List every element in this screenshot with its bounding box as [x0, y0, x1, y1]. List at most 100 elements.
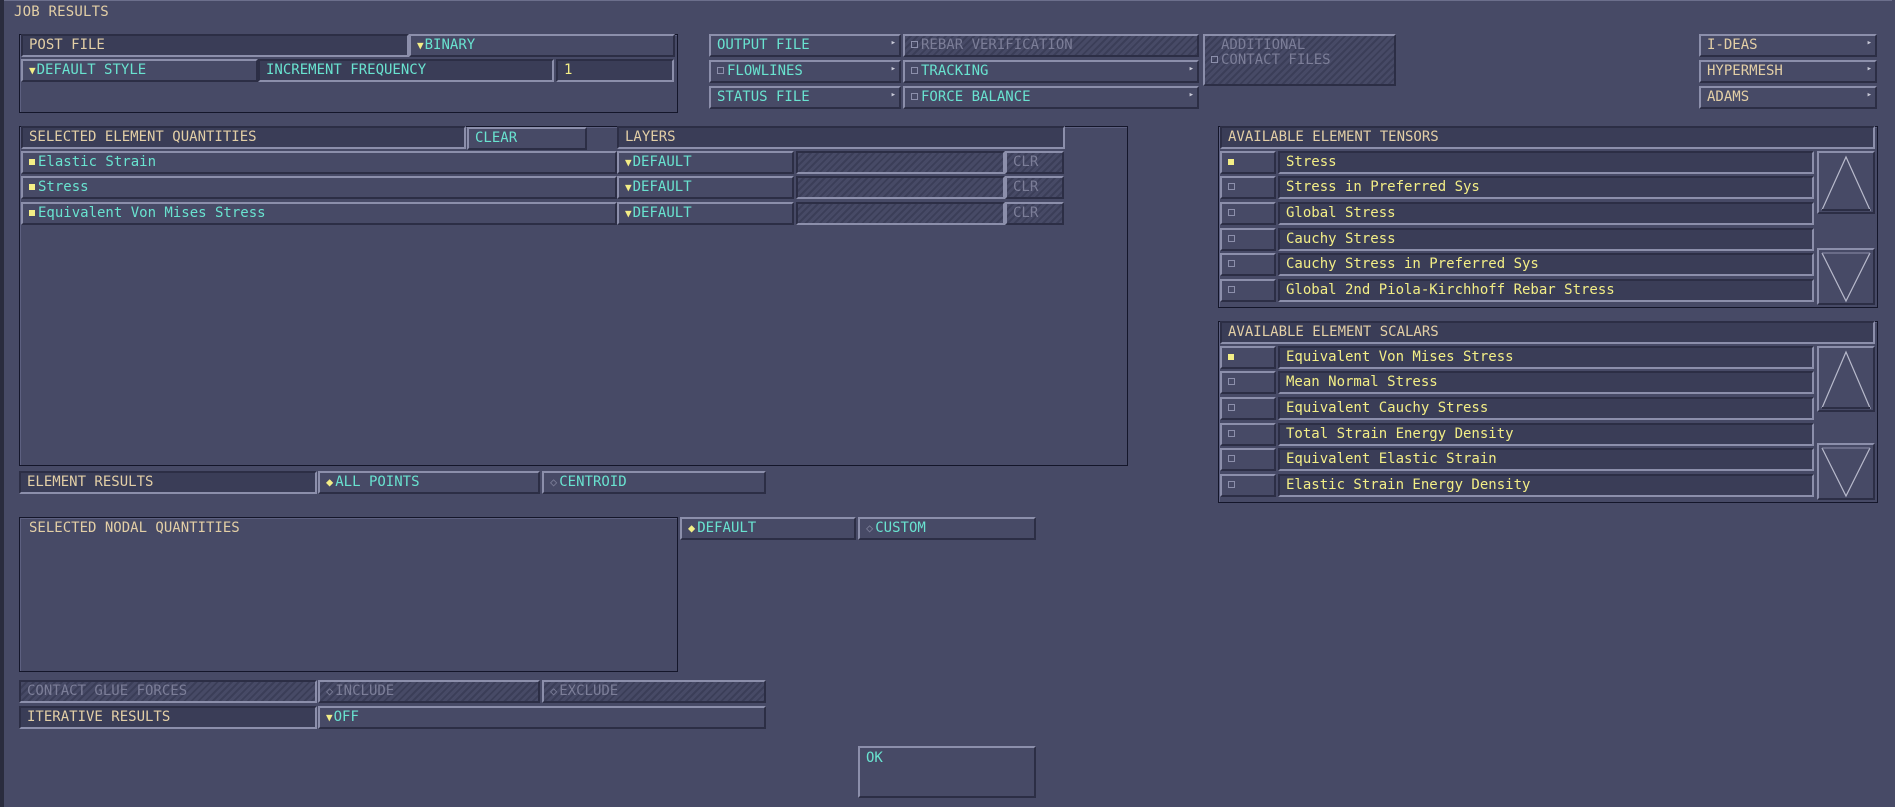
- additional-contact-files-toggle[interactable]: ADDITIONAL CONTACT FILES: [1203, 34, 1396, 86]
- corner-arrow-icon: ▸: [890, 90, 896, 100]
- scalar-checkbox[interactable]: [1220, 397, 1276, 420]
- selected-marker-icon: [29, 184, 35, 190]
- ideas-button[interactable]: I-DEAS ▸: [1699, 34, 1877, 57]
- checkbox-icon: [911, 41, 918, 48]
- corner-arrow-icon: ▸: [1866, 64, 1872, 74]
- checkbox-icon: [911, 93, 918, 100]
- increment-frequency-input[interactable]: 1: [556, 59, 674, 82]
- iterative-results-label: ITERATIVE RESULTS: [19, 706, 317, 729]
- scalar-item[interactable]: Total Strain Energy Density: [1278, 423, 1814, 446]
- tracking-toggle[interactable]: TRACKING ▸: [903, 60, 1199, 83]
- rebar-verification-toggle[interactable]: REBAR VERIFICATION: [903, 34, 1199, 57]
- tensor-item[interactable]: Global 2nd Piola-Kirchhoff Rebar Stress: [1278, 279, 1814, 302]
- checkbox-icon: [717, 67, 724, 74]
- increment-frequency-label: INCREMENT FREQUENCY: [258, 59, 554, 82]
- selected-element-row[interactable]: Stress: [21, 176, 617, 199]
- selected-element-row[interactable]: Elastic Strain: [21, 151, 617, 174]
- post-style-dropdown[interactable]: ▼DEFAULT STYLE: [21, 59, 258, 82]
- output-file-button[interactable]: OUTPUT FILE ▸: [709, 34, 901, 57]
- layer-dropdown[interactable]: ▼DEFAULT: [617, 176, 794, 199]
- scalar-item[interactable]: Elastic Strain Energy Density: [1278, 474, 1814, 497]
- checked-icon: [1228, 159, 1234, 165]
- exclude-radio[interactable]: ◇ EXCLUDE: [542, 680, 766, 703]
- layer-clear-button[interactable]: CLR: [1005, 151, 1064, 174]
- scroll-up-icon: [1821, 155, 1871, 211]
- dropdown-triangle-icon: ▼: [417, 39, 424, 52]
- layer-value-field: [796, 151, 1005, 174]
- tensor-checkbox[interactable]: [1220, 253, 1276, 276]
- tensor-item[interactable]: Cauchy Stress: [1278, 228, 1814, 251]
- selected-element-quantities-header: SELECTED ELEMENT QUANTITIES: [21, 126, 466, 149]
- tensor-checkbox[interactable]: [1220, 228, 1276, 251]
- radio-off-icon: ◇: [550, 475, 558, 489]
- post-file-label: POST FILE: [21, 34, 409, 57]
- scalar-checkbox[interactable]: [1220, 371, 1276, 394]
- status-file-button[interactable]: STATUS FILE ▸: [709, 86, 901, 109]
- scalar-item[interactable]: Equivalent Cauchy Stress: [1278, 397, 1814, 420]
- scalar-item[interactable]: Equivalent Elastic Strain: [1278, 448, 1814, 471]
- dropdown-triangle-icon: ▼: [326, 711, 333, 724]
- available-element-tensors-header: AVAILABLE ELEMENT TENSORS: [1220, 126, 1875, 149]
- flowlines-button[interactable]: FLOWLINES ▸: [709, 60, 901, 83]
- hypermesh-button[interactable]: HYPERMESH ▸: [1699, 60, 1877, 83]
- tensor-scroll-down[interactable]: [1817, 248, 1875, 305]
- scalar-scroll-down[interactable]: [1817, 443, 1875, 500]
- layer-clear-button[interactable]: CLR: [1005, 176, 1064, 199]
- adams-button[interactable]: ADAMS ▸: [1699, 86, 1877, 109]
- scalar-scroll-up[interactable]: [1817, 346, 1875, 412]
- radio-on-icon: ◆: [688, 521, 696, 535]
- scalar-checkbox[interactable]: [1220, 423, 1276, 446]
- tensor-item[interactable]: Stress: [1278, 151, 1814, 174]
- checkbox-icon: [1228, 260, 1235, 267]
- corner-arrow-icon: ▸: [1188, 64, 1194, 74]
- selected-nodal-quantities-panel: [19, 517, 678, 672]
- tensor-checkbox[interactable]: [1220, 176, 1276, 199]
- nodal-custom-radio[interactable]: ◇ CUSTOM: [858, 517, 1036, 540]
- corner-arrow-icon: ▸: [890, 64, 896, 74]
- tensor-item[interactable]: Cauchy Stress in Preferred Sys: [1278, 253, 1814, 276]
- tensor-checkbox[interactable]: [1220, 279, 1276, 302]
- post-file-format-dropdown[interactable]: ▼BINARY: [409, 34, 675, 57]
- dropdown-triangle-icon: ▼: [625, 181, 632, 194]
- layer-dropdown[interactable]: ▼DEFAULT: [617, 202, 794, 225]
- scroll-down-icon: [1821, 252, 1871, 303]
- layer-value-field: [796, 202, 1005, 225]
- checkbox-icon: [1228, 404, 1235, 411]
- layers-header: LAYERS: [617, 126, 1065, 149]
- scalar-item[interactable]: Equivalent Von Mises Stress: [1278, 346, 1814, 369]
- checkbox-icon: [911, 67, 918, 74]
- selected-element-row[interactable]: Equivalent Von Mises Stress: [21, 202, 617, 225]
- scalar-checkbox[interactable]: [1220, 448, 1276, 471]
- checkbox-icon: [1228, 235, 1235, 242]
- tensor-checkbox[interactable]: [1220, 202, 1276, 225]
- checkbox-icon: [1228, 481, 1235, 488]
- scroll-down-icon: [1821, 447, 1871, 498]
- scalar-checkbox[interactable]: [1220, 346, 1276, 369]
- force-balance-toggle[interactable]: FORCE BALANCE ▸: [903, 86, 1199, 109]
- radio-off-icon: ◇: [550, 684, 558, 698]
- corner-arrow-icon: ▸: [1866, 90, 1872, 100]
- corner-arrow-icon: ▸: [890, 38, 896, 48]
- centroid-radio[interactable]: ◇ CENTROID: [542, 471, 766, 494]
- layer-clear-button[interactable]: CLR: [1005, 202, 1064, 225]
- checkbox-icon: [1228, 378, 1235, 385]
- nodal-default-radio[interactable]: ◆ DEFAULT: [680, 517, 856, 540]
- tensor-scroll-up[interactable]: [1817, 151, 1875, 214]
- ok-button[interactable]: OK: [858, 746, 1036, 798]
- contact-glue-forces-label: CONTACT GLUE FORCES: [19, 680, 317, 703]
- tensor-item[interactable]: Stress in Preferred Sys: [1278, 176, 1814, 199]
- iterative-results-dropdown[interactable]: ▼OFF: [318, 706, 766, 729]
- checkbox-icon: [1211, 56, 1218, 63]
- scalar-item[interactable]: Mean Normal Stress: [1278, 371, 1814, 394]
- radio-off-icon: ◇: [866, 521, 874, 535]
- include-radio[interactable]: ◇ INCLUDE: [318, 680, 540, 703]
- dropdown-triangle-icon: ▼: [625, 156, 632, 169]
- all-points-radio[interactable]: ◆ ALL POINTS: [318, 471, 540, 494]
- layer-dropdown[interactable]: ▼DEFAULT: [617, 151, 794, 174]
- clear-button[interactable]: CLEAR: [467, 127, 587, 150]
- tensor-item[interactable]: Global Stress: [1278, 202, 1814, 225]
- scalar-checkbox[interactable]: [1220, 474, 1276, 497]
- checkbox-icon: [1228, 209, 1235, 216]
- tensor-checkbox[interactable]: [1220, 151, 1276, 174]
- checkbox-icon: [1228, 430, 1235, 437]
